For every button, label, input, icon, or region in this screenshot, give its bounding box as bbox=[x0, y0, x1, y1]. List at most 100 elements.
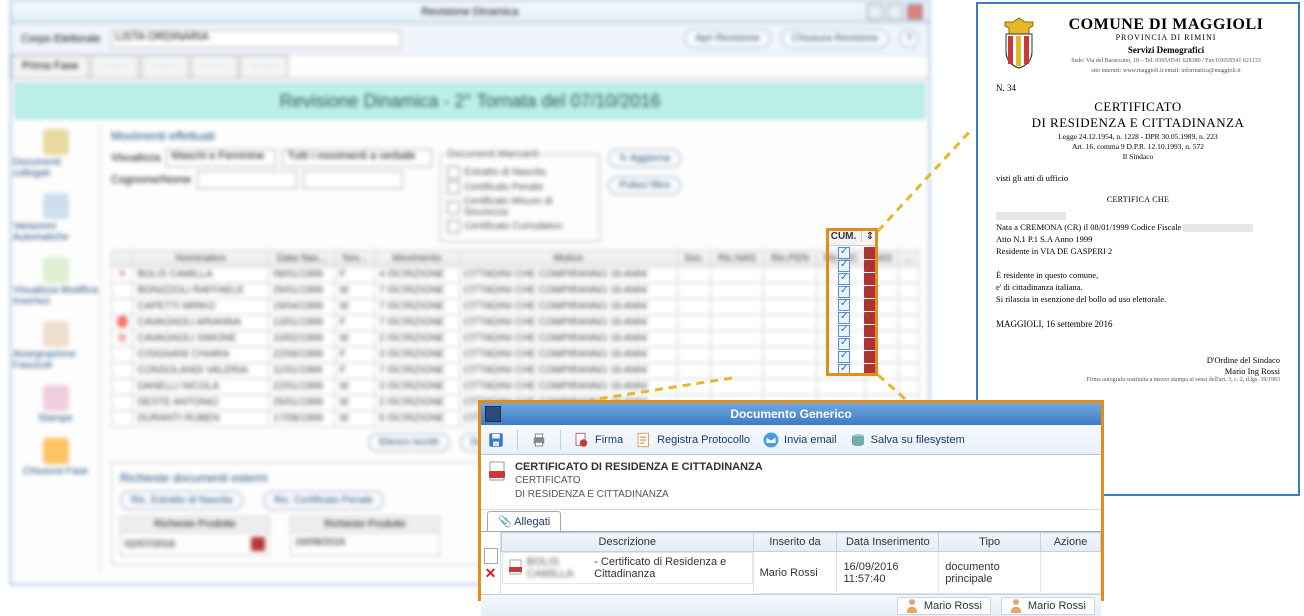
pulisci-button[interactable]: Pulisci filtro bbox=[608, 176, 681, 195]
firma-button[interactable]: Firma bbox=[573, 431, 623, 449]
cum-checkbox[interactable] bbox=[838, 260, 850, 272]
col-azione[interactable]: Azione bbox=[1041, 533, 1101, 552]
table-row[interactable]: CONSOLANDI VALERIA11/01/1999F7 ISCRIZION… bbox=[112, 363, 919, 379]
corpo-label: Corpo Elettorale bbox=[21, 33, 101, 45]
print-button[interactable] bbox=[530, 431, 548, 449]
cum-row[interactable] bbox=[826, 311, 878, 324]
book-icon[interactable] bbox=[864, 286, 876, 298]
cum-row[interactable] bbox=[826, 298, 878, 311]
chk-sicurezza[interactable]: Certificato Misure di Sicurezza bbox=[447, 196, 593, 218]
cum-row[interactable] bbox=[826, 324, 878, 337]
signature-icon bbox=[573, 431, 591, 449]
table-row[interactable]: CAPETTI MIRKO19/04/1999M7 ISCRIZIONECITT… bbox=[112, 299, 919, 315]
pdf-icon bbox=[489, 461, 507, 481]
cum-row[interactable] bbox=[826, 350, 878, 363]
cum-checkbox[interactable] bbox=[838, 273, 850, 285]
invia-email-button[interactable]: Invia email bbox=[762, 431, 837, 449]
chk-penale[interactable]: Certificato Penale bbox=[447, 181, 593, 194]
registra-protocollo-button[interactable]: Registra Protocollo bbox=[635, 431, 750, 449]
save-button[interactable] bbox=[487, 431, 505, 449]
book-icon[interactable] bbox=[864, 273, 876, 285]
phase-tabs: Prima Fase ······· ······· ······· ·····… bbox=[11, 55, 929, 79]
app-icon bbox=[485, 406, 501, 422]
col-tipo[interactable]: Tipo bbox=[939, 533, 1041, 552]
cum-row[interactable] bbox=[826, 272, 878, 285]
book-icon[interactable] bbox=[864, 299, 876, 311]
cum-row[interactable] bbox=[826, 363, 878, 376]
cum-checkbox[interactable] bbox=[838, 286, 850, 298]
cert-province: PROVINCIA DI RIMINI bbox=[1052, 33, 1280, 42]
cum-row[interactable] bbox=[826, 337, 878, 350]
chiusura-revisione-button[interactable]: Chiusura Revisione bbox=[781, 29, 890, 48]
row-azione bbox=[1041, 552, 1101, 594]
sidebar-assegnazione[interactable]: Assegnazione Fascicoli bbox=[13, 321, 98, 371]
chk-cumulativo[interactable]: Certificato Cumulativo bbox=[447, 220, 593, 233]
sort-icon[interactable]: ⇕ bbox=[862, 231, 878, 242]
status-user-2: Mario Rossi bbox=[1001, 597, 1095, 615]
sidebar-variazioni[interactable]: Variazioni Automatiche bbox=[13, 193, 98, 243]
cum-column: CUM. ⇕ bbox=[826, 228, 878, 376]
cum-checkbox[interactable] bbox=[838, 312, 850, 324]
salva-filesystem-button[interactable]: Salva su filesystem bbox=[849, 431, 965, 449]
chk-estratto[interactable]: Estratto di Nascita bbox=[447, 166, 593, 179]
aggiorna-button[interactable]: ↻ Aggiorna bbox=[608, 149, 681, 168]
attachment-row[interactable]: BOLIS CAMILLA - Certificato di Residenza… bbox=[502, 552, 1101, 594]
cum-checkbox[interactable] bbox=[838, 338, 850, 350]
delete-row-button[interactable]: ✕ bbox=[485, 566, 497, 580]
movimenti-select[interactable]: Tutti i movimenti a verbale bbox=[282, 149, 432, 167]
ric-nascita-button[interactable]: Ric. Estratto di Nascita bbox=[120, 491, 243, 510]
help-button[interactable]: ? bbox=[899, 29, 919, 48]
movements-title: Movimenti effettuati bbox=[111, 129, 919, 143]
revision-header: Revisione Dinamica - 2° Tornata del 07/1… bbox=[15, 83, 925, 119]
book-icon[interactable] bbox=[864, 364, 876, 376]
book-icon[interactable] bbox=[864, 338, 876, 350]
save-icon bbox=[487, 431, 505, 449]
table-row[interactable]: ✕BOLIS CAMILLA08/01/1999F4 ISCRIZIONECIT… bbox=[112, 267, 919, 283]
tab-allegati[interactable]: 📎 Allegati bbox=[487, 511, 561, 531]
doc-info: CERTIFICATO DI RESIDENZA E CITTADINANZA … bbox=[481, 455, 1101, 510]
ric-penale-button[interactable]: Ric. Certificato Penale bbox=[263, 491, 384, 510]
cum-checkbox[interactable] bbox=[838, 351, 850, 363]
book-icon[interactable] bbox=[864, 260, 876, 272]
cognome-input[interactable] bbox=[197, 171, 297, 189]
tab-prima-fase[interactable]: Prima Fase bbox=[11, 55, 89, 78]
sidebar-chiusura[interactable]: Chiusura Fase bbox=[13, 438, 98, 477]
sidebar-visualizza[interactable]: Visualizza Modifica Inserisci bbox=[13, 257, 98, 307]
table-row[interactable]: CISIGNANI CHIARA22/06/1999F3 ISCRIZIONEC… bbox=[112, 347, 919, 363]
book-icon[interactable] bbox=[864, 351, 876, 363]
pdf-icon[interactable] bbox=[251, 537, 265, 551]
apri-revisione-button[interactable]: Apri Revisione bbox=[684, 29, 770, 48]
cum-row[interactable] bbox=[826, 285, 878, 298]
row-inserito: Mario Rossi bbox=[753, 552, 837, 594]
col-descrizione[interactable]: Descrizione bbox=[502, 533, 754, 552]
col-data[interactable]: Data Inserimento bbox=[837, 533, 939, 552]
sidebar: Documenti collegati Variazioni Automatic… bbox=[11, 123, 101, 575]
book-icon[interactable] bbox=[864, 247, 876, 259]
cert-number: N. 34 bbox=[996, 83, 1280, 93]
table-row[interactable]: BONIZZOLI RAFFAELE29/01/1999M7 ISCRIZION… bbox=[112, 283, 919, 299]
corpo-select[interactable]: LISTA ORDINARIA bbox=[111, 30, 401, 48]
add-row-button[interactable] bbox=[484, 548, 498, 564]
cum-checkbox[interactable] bbox=[838, 364, 850, 376]
cum-checkbox[interactable] bbox=[838, 299, 850, 311]
doc-titlebar: Documento Generico bbox=[481, 403, 1101, 425]
table-row[interactable]: DANELLI NICOLA22/01/1999M3 ISCRIZIONECIT… bbox=[112, 379, 919, 395]
cum-checkbox[interactable] bbox=[838, 325, 850, 337]
sidebar-documenti[interactable]: Documenti collegati bbox=[13, 129, 98, 179]
cert-title-1: CERTIFICATO bbox=[996, 99, 1280, 115]
elenco-iscritti-button[interactable]: Elenco Iscritti bbox=[368, 433, 449, 452]
table-row[interactable]: ⊞CAVAGNOLI SIMONE10/02/1999M2 ISCRIZIONE… bbox=[112, 331, 919, 347]
cum-row[interactable] bbox=[826, 246, 878, 259]
col-inserito[interactable]: Inserito da bbox=[753, 533, 837, 552]
book-icon[interactable] bbox=[864, 312, 876, 324]
redacted-cf bbox=[1183, 224, 1253, 232]
cert-bollo: Si rilascia in esenzione del bollo ad us… bbox=[996, 294, 1280, 306]
table-row[interactable]: ⛔CAVAGNOLI ARIANNA13/01/1999F7 ISCRIZION… bbox=[112, 315, 919, 331]
nome-input[interactable] bbox=[303, 171, 403, 189]
visualizza-select[interactable]: Maschi e Femmine bbox=[166, 149, 276, 167]
cum-checkbox[interactable] bbox=[838, 247, 850, 259]
sidebar-stampe[interactable]: Stampe bbox=[13, 385, 98, 424]
book-icon[interactable] bbox=[864, 325, 876, 337]
cum-row[interactable] bbox=[826, 259, 878, 272]
pdf-row-icon bbox=[509, 559, 523, 578]
